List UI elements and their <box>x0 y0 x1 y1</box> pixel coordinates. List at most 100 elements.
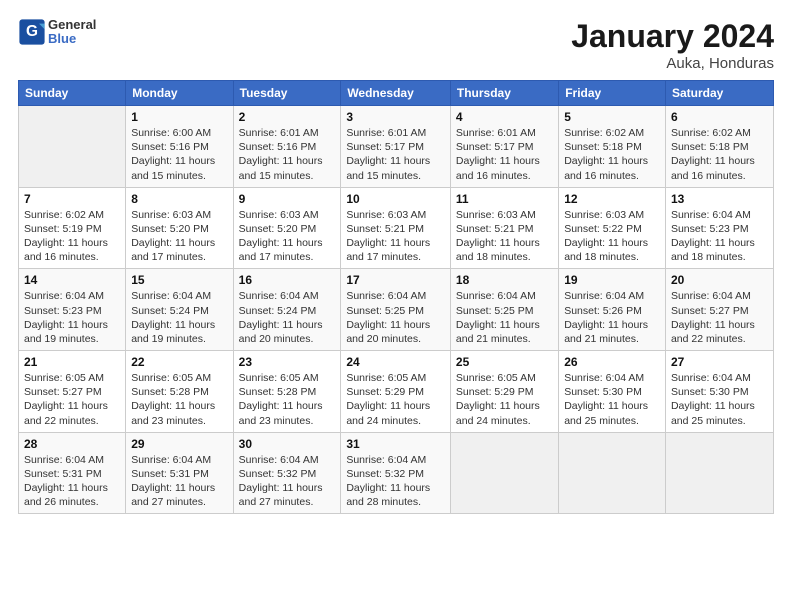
day-info: Sunrise: 6:04 AMSunset: 5:25 PMDaylight:… <box>346 289 445 346</box>
day-info: Sunrise: 6:05 AMSunset: 5:28 PMDaylight:… <box>131 371 227 428</box>
day-number: 24 <box>346 355 445 369</box>
day-number: 2 <box>239 110 336 124</box>
day-of-week-header: Monday <box>126 81 233 106</box>
day-info: Sunrise: 6:05 AMSunset: 5:28 PMDaylight:… <box>239 371 336 428</box>
day-info: Sunrise: 6:04 AMSunset: 5:31 PMDaylight:… <box>24 453 120 510</box>
calendar-day-cell <box>559 432 666 514</box>
calendar-day-cell: 5Sunrise: 6:02 AMSunset: 5:18 PMDaylight… <box>559 106 666 188</box>
day-number: 7 <box>24 192 120 206</box>
calendar-day-cell <box>19 106 126 188</box>
day-number: 27 <box>671 355 768 369</box>
day-number: 18 <box>456 273 553 287</box>
day-info: Sunrise: 6:01 AMSunset: 5:16 PMDaylight:… <box>239 126 336 183</box>
day-info: Sunrise: 6:00 AMSunset: 5:16 PMDaylight:… <box>131 126 227 183</box>
calendar-day-cell: 28Sunrise: 6:04 AMSunset: 5:31 PMDayligh… <box>19 432 126 514</box>
calendar-header-row: SundayMondayTuesdayWednesdayThursdayFrid… <box>19 81 774 106</box>
calendar-day-cell: 10 Sunrise: 6:03 AMSunset: 5:21 PMDayligh… <box>341 187 451 269</box>
calendar-day-cell: 16Sunrise: 6:04 AMSunset: 5:24 PMDayligh… <box>233 269 341 351</box>
calendar-day-cell: 20Sunrise: 6:04 AMSunset: 5:27 PMDayligh… <box>665 269 773 351</box>
calendar-day-cell: 3 Sunrise: 6:01 AMSunset: 5:17 PMDaylight… <box>341 106 451 188</box>
day-info: Sunrise: 6:04 AMSunset: 5:24 PMDaylight:… <box>239 289 336 346</box>
day-number: 21 <box>24 355 120 369</box>
day-number: 12 <box>564 192 660 206</box>
day-info: Sunrise: 6:03 AMSunset: 5:21 PMDaylight:… <box>346 208 445 265</box>
calendar-day-cell: 26 Sunrise: 6:04 AMSunset: 5:30 PMDayligh… <box>559 351 666 433</box>
day-info: Sunrise: 6:03 AMSunset: 5:22 PMDaylight:… <box>564 208 660 265</box>
calendar-day-cell: 2 Sunrise: 6:01 AMSunset: 5:16 PMDaylight… <box>233 106 341 188</box>
logo-icon: G <box>18 18 46 46</box>
title-block: January 2024 Auka, Honduras <box>571 18 774 72</box>
day-info: Sunrise: 6:01 AMSunset: 5:17 PMDaylight:… <box>456 126 553 183</box>
day-number: 3 <box>346 110 445 124</box>
calendar-week-row: 21 Sunrise: 6:05 AMSunset: 5:27 PMDayligh… <box>19 351 774 433</box>
day-info: Sunrise: 6:04 AMSunset: 5:27 PMDaylight:… <box>671 289 768 346</box>
day-of-week-header: Tuesday <box>233 81 341 106</box>
calendar-day-cell: 22 Sunrise: 6:05 AMSunset: 5:28 PMDayligh… <box>126 351 233 433</box>
day-info: Sunrise: 6:05 AMSunset: 5:29 PMDaylight:… <box>346 371 445 428</box>
logo-blue: Blue <box>48 31 76 46</box>
calendar-container: G General Blue January 2024 Auka, Hondur… <box>0 0 792 612</box>
day-info: Sunrise: 6:04 AMSunset: 5:32 PMDaylight:… <box>239 453 336 510</box>
calendar-table: SundayMondayTuesdayWednesdayThursdayFrid… <box>18 80 774 514</box>
calendar-day-cell: 9 Sunrise: 6:03 AMSunset: 5:20 PMDaylight… <box>233 187 341 269</box>
day-info: Sunrise: 6:05 AMSunset: 5:27 PMDaylight:… <box>24 371 120 428</box>
calendar-week-row: 14 Sunrise: 6:04 AMSunset: 5:23 PMDayligh… <box>19 269 774 351</box>
day-number: 19 <box>564 273 660 287</box>
day-of-week-header: Thursday <box>450 81 558 106</box>
day-number: 13 <box>671 192 768 206</box>
day-info: Sunrise: 6:04 AMSunset: 5:23 PMDaylight:… <box>24 289 120 346</box>
day-number: 29 <box>131 437 227 451</box>
day-number: 8 <box>131 192 227 206</box>
day-info: Sunrise: 6:02 AMSunset: 5:19 PMDaylight:… <box>24 208 120 265</box>
day-info: Sunrise: 6:04 AMSunset: 5:23 PMDaylight:… <box>671 208 768 265</box>
day-number: 5 <box>564 110 660 124</box>
day-number: 30 <box>239 437 336 451</box>
logo: G General Blue <box>18 18 96 47</box>
calendar-day-cell: 14 Sunrise: 6:04 AMSunset: 5:23 PMDayligh… <box>19 269 126 351</box>
svg-text:G: G <box>26 23 38 40</box>
calendar-day-cell: 17Sunrise: 6:04 AMSunset: 5:25 PMDayligh… <box>341 269 451 351</box>
day-number: 26 <box>564 355 660 369</box>
calendar-day-cell: 4 Sunrise: 6:01 AMSunset: 5:17 PMDaylight… <box>450 106 558 188</box>
day-info: Sunrise: 6:03 AMSunset: 5:21 PMDaylight:… <box>456 208 553 265</box>
day-info: Sunrise: 6:04 AMSunset: 5:24 PMDaylight:… <box>131 289 227 346</box>
calendar-day-cell <box>665 432 773 514</box>
day-info: Sunrise: 6:05 AMSunset: 5:29 PMDaylight:… <box>456 371 553 428</box>
calendar-day-cell: 27Sunrise: 6:04 AMSunset: 5:30 PMDayligh… <box>665 351 773 433</box>
calendar-day-cell: 21 Sunrise: 6:05 AMSunset: 5:27 PMDayligh… <box>19 351 126 433</box>
calendar-week-row: 7 Sunrise: 6:02 AMSunset: 5:19 PMDaylight… <box>19 187 774 269</box>
day-number: 14 <box>24 273 120 287</box>
day-info: Sunrise: 6:04 AMSunset: 5:30 PMDaylight:… <box>564 371 660 428</box>
calendar-day-cell: 23 Sunrise: 6:05 AMSunset: 5:28 PMDayligh… <box>233 351 341 433</box>
calendar-day-cell: 29 Sunrise: 6:04 AMSunset: 5:31 PMDayligh… <box>126 432 233 514</box>
day-of-week-header: Saturday <box>665 81 773 106</box>
logo-general: General <box>48 17 96 32</box>
calendar-day-cell: 7 Sunrise: 6:02 AMSunset: 5:19 PMDaylight… <box>19 187 126 269</box>
calendar-day-cell: 11Sunrise: 6:03 AMSunset: 5:21 PMDayligh… <box>450 187 558 269</box>
calendar-week-row: 1 Sunrise: 6:00 AMSunset: 5:16 PMDaylight… <box>19 106 774 188</box>
calendar-day-cell <box>450 432 558 514</box>
location-subtitle: Auka, Honduras <box>571 55 774 72</box>
day-number: 1 <box>131 110 227 124</box>
calendar-day-cell: 6Sunrise: 6:02 AMSunset: 5:18 PMDaylight… <box>665 106 773 188</box>
day-number: 9 <box>239 192 336 206</box>
day-number: 22 <box>131 355 227 369</box>
calendar-day-cell: 1 Sunrise: 6:00 AMSunset: 5:16 PMDaylight… <box>126 106 233 188</box>
calendar-day-cell: 15Sunrise: 6:04 AMSunset: 5:24 PMDayligh… <box>126 269 233 351</box>
calendar-day-cell: 18Sunrise: 6:04 AMSunset: 5:25 PMDayligh… <box>450 269 558 351</box>
day-info: Sunrise: 6:04 AMSunset: 5:26 PMDaylight:… <box>564 289 660 346</box>
day-info: Sunrise: 6:03 AMSunset: 5:20 PMDaylight:… <box>239 208 336 265</box>
day-number: 23 <box>239 355 336 369</box>
day-info: Sunrise: 6:04 AMSunset: 5:31 PMDaylight:… <box>131 453 227 510</box>
day-of-week-header: Sunday <box>19 81 126 106</box>
day-number: 6 <box>671 110 768 124</box>
calendar-day-cell: 19 Sunrise: 6:04 AMSunset: 5:26 PMDayligh… <box>559 269 666 351</box>
day-number: 10 <box>346 192 445 206</box>
day-of-week-header: Wednesday <box>341 81 451 106</box>
calendar-week-row: 28Sunrise: 6:04 AMSunset: 5:31 PMDayligh… <box>19 432 774 514</box>
day-of-week-header: Friday <box>559 81 666 106</box>
calendar-day-cell: 24 Sunrise: 6:05 AMSunset: 5:29 PMDayligh… <box>341 351 451 433</box>
month-title: January 2024 <box>571 18 774 55</box>
day-info: Sunrise: 6:01 AMSunset: 5:17 PMDaylight:… <box>346 126 445 183</box>
day-number: 4 <box>456 110 553 124</box>
